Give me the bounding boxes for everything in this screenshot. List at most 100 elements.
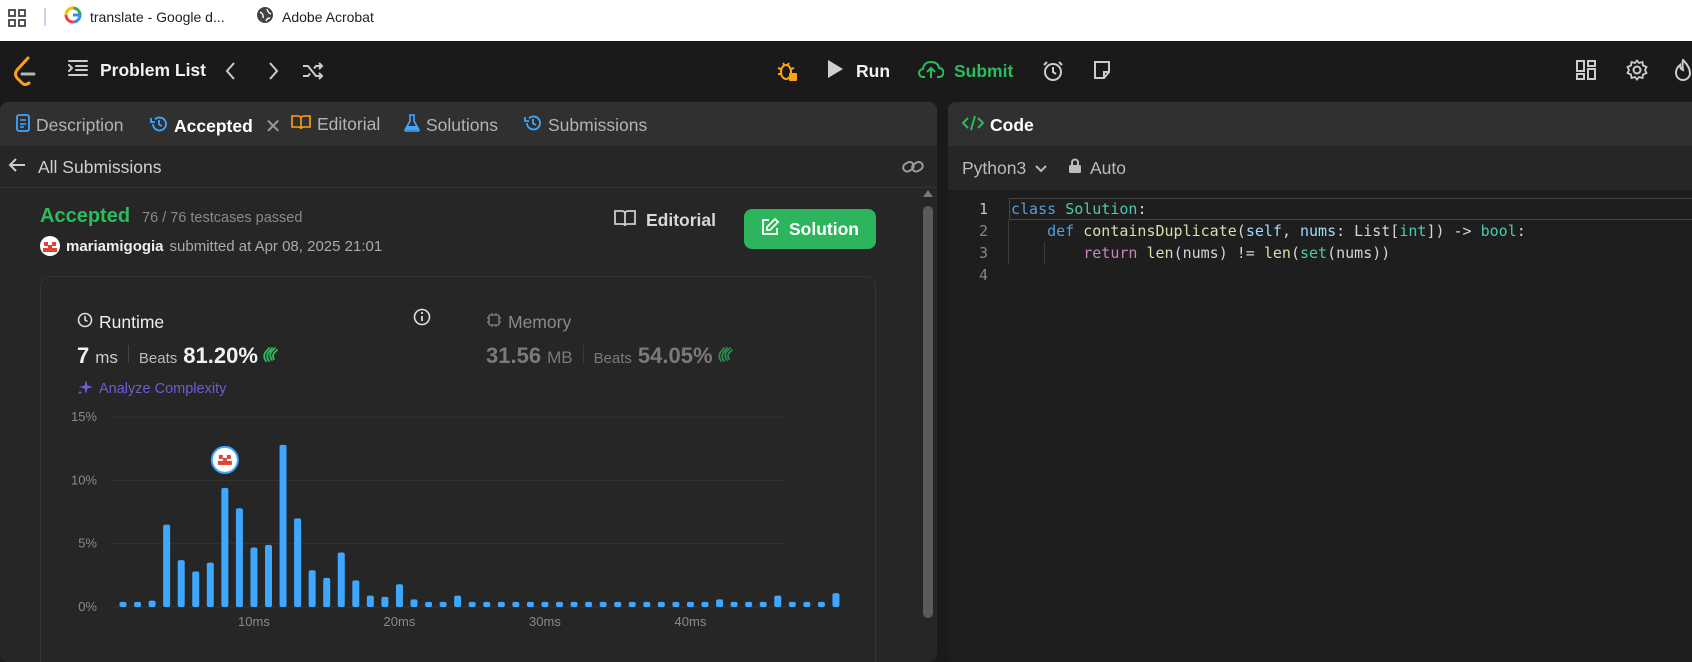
- chart-bar[interactable]: [381, 596, 389, 607]
- chart-bar[interactable]: [628, 601, 636, 607]
- chart-bar[interactable]: [352, 580, 360, 607]
- chart-bar[interactable]: [643, 601, 651, 607]
- chart-bar[interactable]: [439, 601, 447, 607]
- chart-bar[interactable]: [148, 600, 156, 607]
- chart-bar[interactable]: [206, 562, 214, 607]
- chart-bar[interactable]: [250, 547, 258, 607]
- streak-fire-icon[interactable]: [1674, 59, 1692, 81]
- chart-bar[interactable]: [425, 601, 433, 607]
- chart-bar[interactable]: [803, 601, 811, 607]
- chart-bar[interactable]: [788, 601, 796, 607]
- solution-button[interactable]: Solution: [744, 209, 876, 249]
- chart-bar[interactable]: [774, 595, 782, 607]
- leetcode-logo-icon[interactable]: [12, 56, 38, 86]
- bookmark-google-translate[interactable]: translate - Google d...: [64, 6, 225, 27]
- memory-stats: 31.56 MB Beats 54.05%: [486, 343, 735, 369]
- chart-bar[interactable]: [745, 601, 753, 607]
- tab-editorial[interactable]: Editorial: [291, 114, 380, 135]
- chart-bar[interactable]: [323, 577, 331, 607]
- chart-bar[interactable]: [556, 601, 563, 607]
- chart-bar[interactable]: [192, 571, 200, 607]
- chart-bar[interactable]: [483, 601, 491, 607]
- editorial-button[interactable]: Editorial: [614, 209, 716, 232]
- alarm-clock-icon[interactable]: [1042, 60, 1064, 82]
- tab-label: Editorial: [317, 114, 381, 134]
- layout-icon[interactable]: [1576, 60, 1596, 80]
- run-button[interactable]: Run: [826, 59, 890, 84]
- chart-bar[interactable]: [512, 601, 520, 607]
- code-editor[interactable]: 1 class Solution: 2 def containsDuplicat…: [948, 190, 1692, 662]
- chart-bar[interactable]: [672, 601, 680, 607]
- debug-bug-icon[interactable]: [776, 60, 798, 82]
- scroll-up-arrow-icon[interactable]: [923, 190, 933, 197]
- clap-icon: [262, 345, 280, 368]
- username[interactable]: mariamigogia: [66, 238, 164, 255]
- scrollbar[interactable]: [922, 190, 934, 660]
- prev-problem-chevron-left-icon[interactable]: [224, 61, 236, 81]
- chart-bar[interactable]: [134, 601, 142, 607]
- chart-bar[interactable]: [468, 601, 476, 607]
- memory-header[interactable]: Memory: [486, 312, 571, 333]
- scrollbar-thumb[interactable]: [923, 206, 933, 618]
- runtime-stats: 7 ms Beats 81.20%: [77, 343, 280, 369]
- chart-bar[interactable]: [410, 599, 418, 607]
- chart-bar[interactable]: [541, 601, 549, 607]
- chart-bar[interactable]: [716, 599, 724, 607]
- chart-bar[interactable]: [657, 601, 665, 607]
- language-select[interactable]: Python3: [962, 158, 1048, 179]
- settings-gear-icon[interactable]: [1626, 59, 1648, 81]
- chart-bar[interactable]: [614, 601, 622, 607]
- chart-bar[interactable]: [163, 524, 171, 607]
- chart-bar[interactable]: [279, 444, 287, 607]
- chart-bar[interactable]: [832, 593, 840, 607]
- notes-icon[interactable]: [1092, 60, 1112, 80]
- chart-bar[interactable]: [395, 584, 403, 607]
- chart-bar[interactable]: [265, 544, 272, 607]
- all-submissions-link[interactable]: All Submissions: [8, 157, 162, 178]
- chart-bar[interactable]: [294, 518, 302, 607]
- chart-bar[interactable]: [308, 570, 316, 607]
- chart-bar[interactable]: [686, 601, 694, 607]
- chart-bar[interactable]: [570, 601, 578, 607]
- arrow-left-icon: [8, 157, 26, 178]
- memory-beats-label: Beats: [593, 350, 632, 367]
- tab-solutions[interactable]: Solutions: [404, 114, 498, 137]
- avatar[interactable]: [40, 236, 60, 256]
- share-link-icon[interactable]: [902, 158, 924, 181]
- chart-bar[interactable]: [817, 601, 825, 607]
- chart-bar[interactable]: [337, 552, 345, 607]
- auto-mode[interactable]: Auto: [1068, 158, 1126, 179]
- chart-bar[interactable]: [497, 601, 505, 607]
- chart-bar[interactable]: [585, 601, 593, 607]
- chart-bar[interactable]: [177, 560, 185, 607]
- submit-button[interactable]: Submit: [918, 59, 1013, 84]
- chart-bar[interactable]: [526, 601, 534, 607]
- chart-bar[interactable]: [701, 601, 709, 607]
- bookmark-adobe-acrobat[interactable]: Adobe Acrobat: [256, 6, 374, 27]
- chart-bar[interactable]: [119, 601, 127, 607]
- analyze-complexity-link[interactable]: Analyze Complexity: [77, 379, 226, 399]
- next-problem-chevron-right-icon[interactable]: [268, 61, 280, 81]
- chart-bar[interactable]: [759, 601, 767, 607]
- chart-bar[interactable]: [454, 595, 462, 607]
- chart-bar[interactable]: [221, 487, 229, 607]
- tab-description[interactable]: Description: [16, 114, 124, 137]
- runtime-header[interactable]: Runtime: [77, 312, 164, 333]
- info-icon[interactable]: [413, 308, 431, 331]
- chart-bar[interactable]: [235, 508, 243, 607]
- apps-grid-icon[interactable]: [8, 9, 26, 30]
- chart-bar[interactable]: [599, 601, 607, 607]
- chart-bar[interactable]: [366, 595, 374, 607]
- shuffle-icon[interactable]: [302, 61, 324, 81]
- problem-list-button[interactable]: Problem List: [68, 59, 206, 82]
- edit-pencil-icon: [761, 217, 780, 241]
- tab-accepted[interactable]: Accepted ✕: [150, 114, 282, 139]
- chart-bar[interactable]: [730, 601, 738, 607]
- tab-submissions[interactable]: Submissions: [524, 114, 647, 137]
- close-tab-icon[interactable]: ✕: [265, 114, 282, 139]
- bookmark-label: translate - Google d...: [90, 8, 225, 25]
- user-runtime-marker-avatar[interactable]: [210, 445, 239, 474]
- code-tab-bar: Code: [948, 102, 1692, 146]
- left-tab-bar: Description Accepted ✕ Editorial Solutio…: [0, 102, 937, 146]
- tab-code[interactable]: Code: [961, 114, 1034, 137]
